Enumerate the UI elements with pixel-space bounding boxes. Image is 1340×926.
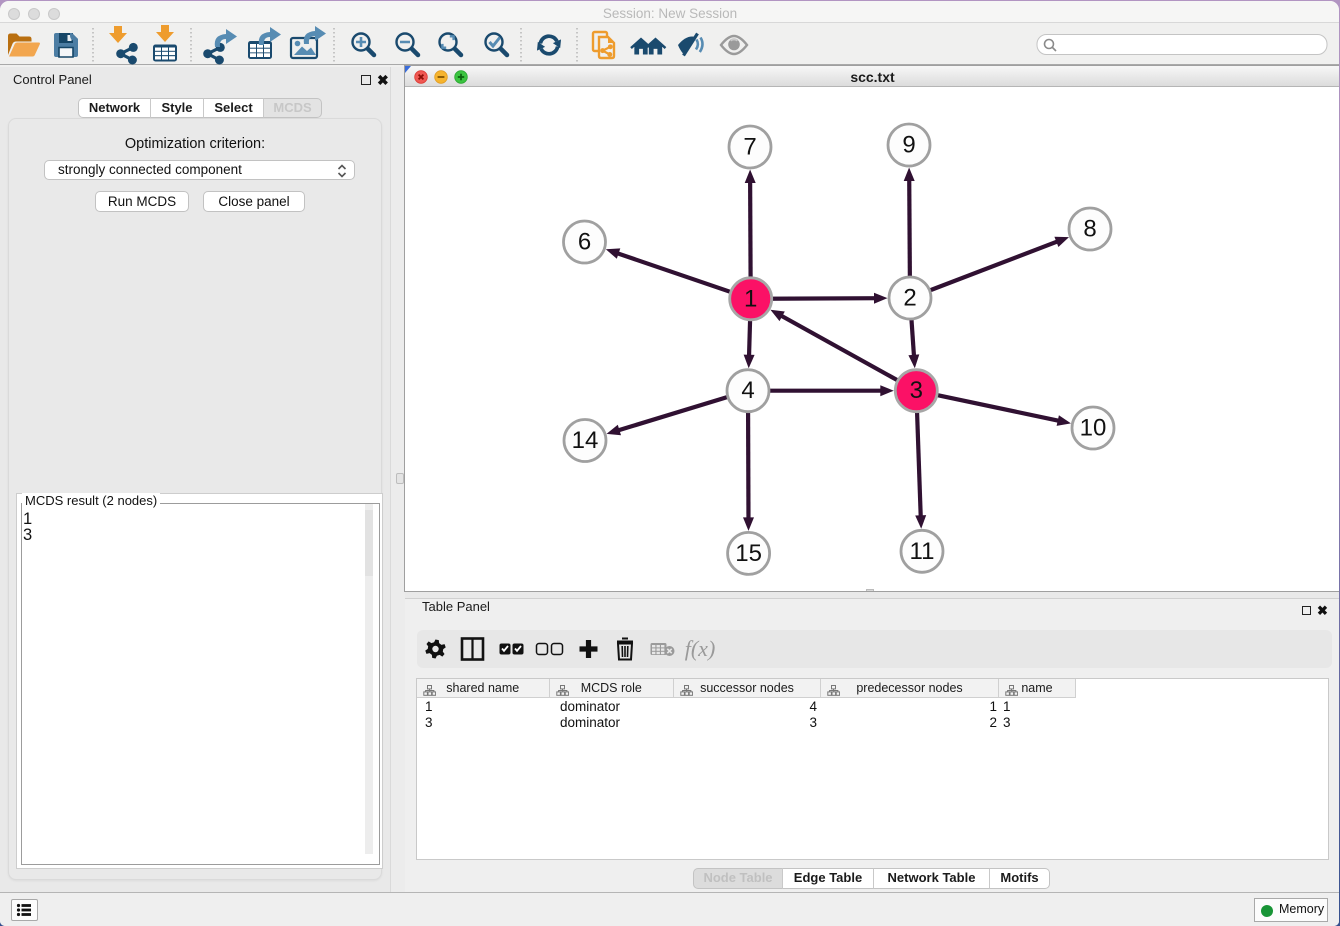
svg-text:4: 4 [741,377,754,404]
svg-text:3: 3 [910,377,923,404]
svg-text:2: 2 [903,285,916,312]
svg-text:f(x): f(x) [685,636,716,661]
svg-text:6: 6 [578,229,591,256]
svg-text:11: 11 [910,538,935,565]
svg-text:7: 7 [743,134,756,161]
svg-text:14: 14 [572,427,599,454]
svg-text:15: 15 [735,540,762,567]
svg-text:8: 8 [1083,216,1096,243]
svg-text:10: 10 [1080,415,1107,442]
svg-text:1: 1 [744,285,757,312]
svg-text:9: 9 [902,132,915,159]
